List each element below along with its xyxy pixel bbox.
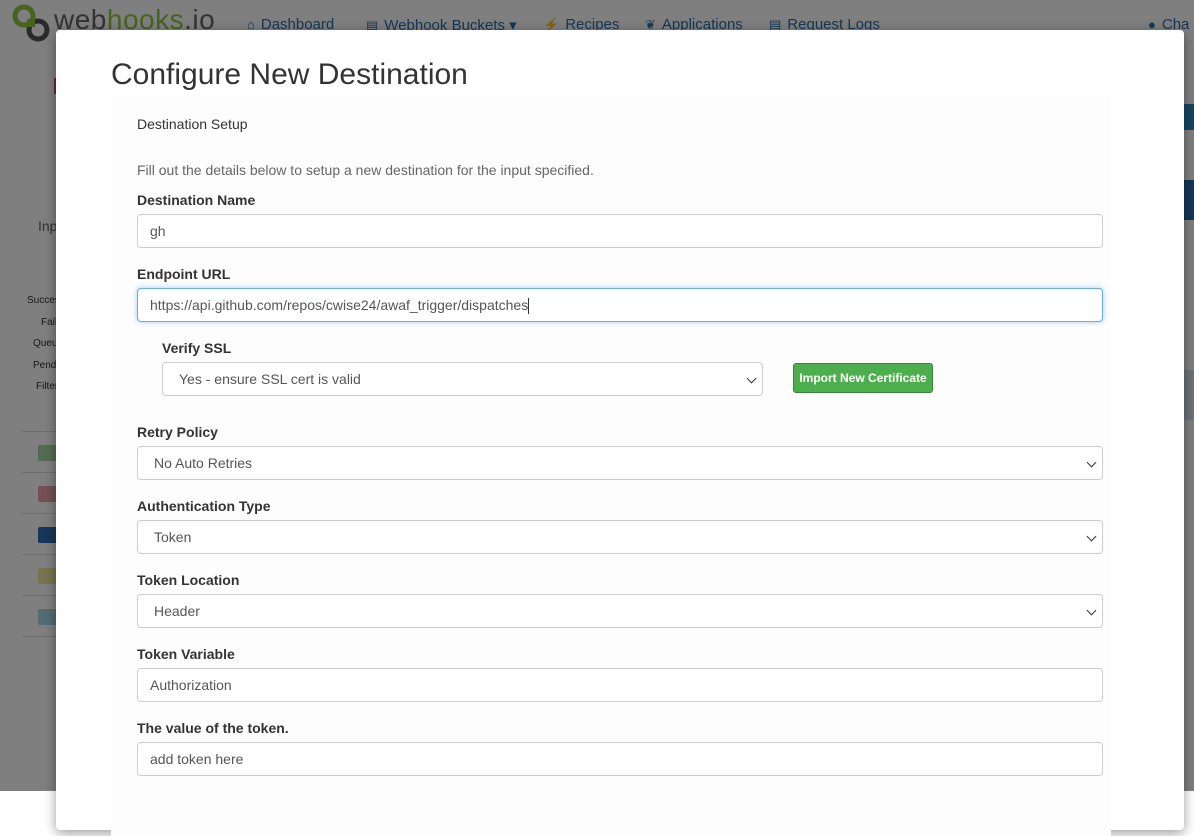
verify-ssl-label: Verify SSL [162,340,232,356]
configure-destination-modal: Configure New Destination Destination Se… [56,30,1184,836]
chevron-down-icon [746,373,757,384]
token-variable-value: Authorization [150,677,232,693]
token-value-placeholder: add token here [150,751,244,767]
endpoint-url-label: Endpoint URL [137,266,231,282]
verify-ssl-select[interactable]: Yes - ensure SSL cert is valid [162,362,763,396]
retry-policy-select[interactable]: No Auto Retries [137,446,1103,480]
token-value-input[interactable]: add token here [137,742,1103,776]
token-location-label: Token Location [137,572,240,588]
token-variable-label: Token Variable [137,646,235,662]
token-location-selected: Header [154,603,200,619]
text-cursor [528,298,530,315]
auth-type-select[interactable]: Token [137,520,1103,554]
token-location-select[interactable]: Header [137,594,1103,628]
chevron-down-icon [1086,531,1097,542]
auth-type-selected: Token [154,529,192,545]
chevron-down-icon [1086,457,1097,468]
verify-ssl-selected: Yes - ensure SSL cert is valid [179,371,361,387]
endpoint-url-input[interactable]: https://api.github.com/repos/cwise24/awa… [137,288,1103,322]
destination-name-input[interactable]: gh [137,214,1103,248]
modal-title: Configure New Destination [111,58,468,91]
destination-name-value: gh [150,223,166,239]
endpoint-url-value: https://api.github.com/repos/cwise24/awa… [150,297,529,313]
retry-policy-selected: No Auto Retries [154,455,253,471]
intro-text: Fill out the details below to setup a ne… [137,162,594,178]
retry-policy-label: Retry Policy [137,424,218,440]
panel-heading: Destination Setup [137,116,248,132]
token-variable-input[interactable]: Authorization [137,668,1103,702]
chevron-down-icon [1086,605,1097,616]
auth-type-label: Authentication Type [137,498,271,514]
import-certificate-button[interactable]: Import New Certificate [793,363,933,393]
destination-setup-panel: Destination Setup Fill out the details b… [111,96,1111,836]
destination-name-label: Destination Name [137,192,256,208]
token-value-label: The value of the token. [137,720,289,736]
